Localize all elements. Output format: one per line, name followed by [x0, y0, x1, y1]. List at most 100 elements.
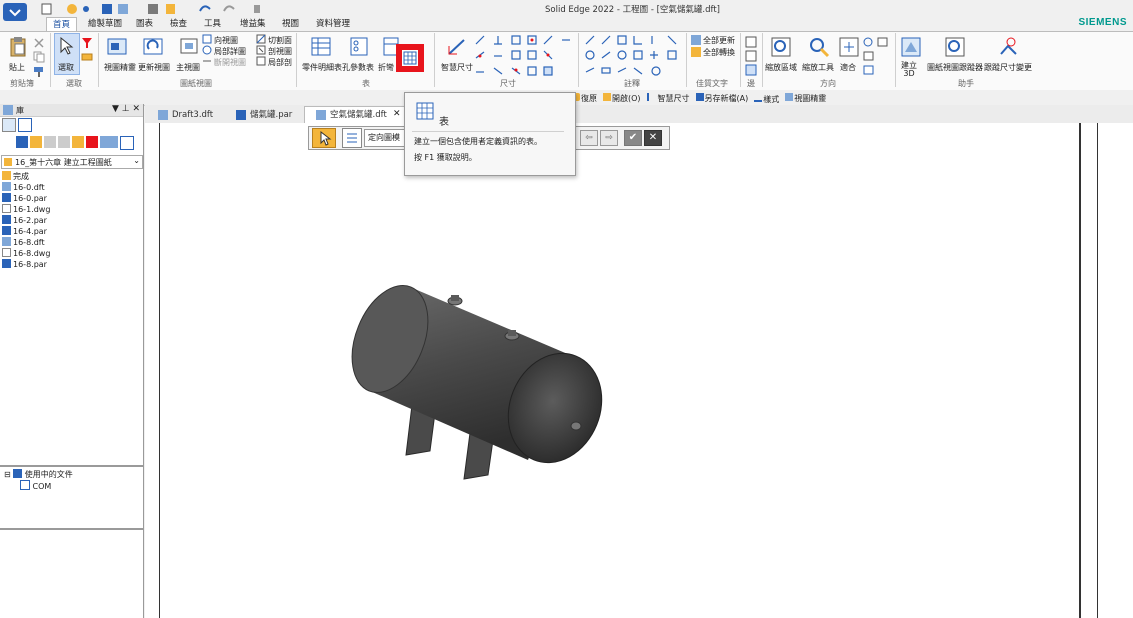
select-button[interactable]: 選取 [58, 62, 74, 73]
dimension-tools-grid[interactable] [474, 34, 574, 80]
broken-view-button[interactable]: 斷開視圖 [214, 57, 246, 68]
doc-tab-air-tank[interactable]: 空氣儲氣罐.dft [314, 107, 387, 123]
zoom-area-icon[interactable] [770, 36, 792, 58]
doc-tab-draft3[interactable]: Draft3.dft [156, 107, 213, 123]
tab-addins[interactable]: 增益集 [234, 17, 272, 31]
broken-out-button[interactable]: 局部剖 [268, 57, 292, 68]
list-item[interactable]: 16-2.par [2, 215, 47, 226]
close-tab-icon[interactable]: ✕ [393, 109, 401, 119]
sheet-tracker-button[interactable]: 圖紙視圖跟蹤器 [927, 62, 983, 73]
panel-tool-3-icon[interactable] [44, 136, 56, 148]
paste-icon[interactable] [8, 36, 28, 58]
forward-arrow-icon[interactable]: ⇨ [600, 130, 618, 146]
panel-tool-1-icon[interactable] [16, 136, 28, 148]
tab-home[interactable]: 首頁 [46, 17, 78, 32]
panel-tab-icon[interactable] [2, 118, 16, 132]
orient-small-tools[interactable] [862, 36, 892, 76]
fit-icon[interactable] [838, 36, 860, 58]
panel-divider[interactable] [0, 465, 143, 467]
section-view-icon[interactable] [256, 45, 266, 55]
panel-divider[interactable] [0, 528, 143, 530]
panel-tool-7-icon[interactable] [100, 136, 118, 148]
zoom-tool-icon[interactable] [808, 36, 830, 58]
select-filter-icon[interactable] [80, 36, 94, 50]
copy-icon[interactable] [32, 50, 46, 64]
list-item[interactable]: 16-8.par [2, 259, 47, 270]
search-icon[interactable] [120, 136, 134, 150]
list-item[interactable]: 16-8.dft [2, 237, 45, 248]
panel-pin-icon[interactable]: ▼ ⊥ ✕ [112, 104, 140, 114]
update-views-icon[interactable] [142, 36, 164, 58]
panel-tool-6-icon[interactable] [86, 136, 98, 148]
tab-tools[interactable]: 工具 [198, 17, 227, 31]
detail-view-button[interactable]: 局部詳圖 [214, 46, 246, 57]
panel-tab-library[interactable] [18, 118, 32, 132]
smart-dim-tool-button[interactable]: 智慧尺寸 [646, 92, 690, 104]
list-item[interactable]: 16-4.par [2, 226, 47, 237]
tab-dimension[interactable]: 圖表 [130, 17, 159, 31]
aux-view-button[interactable]: 向視圖 [214, 35, 238, 46]
paste-button[interactable]: 貼上 [9, 62, 25, 73]
list-item[interactable]: 16-0.dft [2, 182, 45, 193]
cancel-x-icon[interactable]: ✕ [644, 130, 662, 146]
list-item[interactable]: 16-1.dwg [2, 204, 50, 215]
table-button-highlight[interactable] [396, 44, 424, 72]
hole-table-button[interactable]: 孔參數表 [342, 62, 374, 73]
parts-list-button[interactable]: 零件明細表 [302, 62, 342, 73]
panel-tool-4-icon[interactable] [58, 136, 70, 148]
open-button[interactable]: 開啟(O) [603, 92, 641, 104]
aux-view-icon[interactable] [202, 34, 212, 44]
style-button[interactable]: 樣式 [754, 92, 779, 105]
cut-plane-button[interactable]: 切割面 [268, 35, 292, 46]
select-box-icon[interactable] [80, 50, 94, 64]
drawing-canvas[interactable] [145, 123, 1133, 618]
create-3d-icon[interactable] [900, 36, 922, 58]
annotation-tools-grid[interactable] [584, 34, 684, 80]
app-menu-button[interactable] [3, 3, 27, 21]
create-3d-button[interactable]: 建立 3D [901, 62, 917, 78]
list-item[interactable]: 16-0.par [2, 193, 47, 204]
view-wizard-button[interactable]: 視圖精靈 [104, 62, 136, 73]
detail-view-icon[interactable] [202, 45, 212, 55]
update-all-icon[interactable] [690, 34, 702, 46]
tab-sketch[interactable]: 繪製草圖 [82, 17, 128, 31]
dim-tracker-button[interactable]: 跟蹤尺寸變更 [984, 62, 1032, 73]
dim-tracker-icon[interactable] [998, 36, 1020, 58]
command-options-button[interactable] [342, 128, 362, 148]
folder-dropdown[interactable]: 16_第十六章 建立工程圖紙 ⌄ [1, 155, 143, 169]
format-painter-icon[interactable] [32, 64, 46, 78]
save-as-button[interactable]: 另存新檔(A) [695, 92, 748, 104]
sheet-tracker-icon[interactable] [944, 36, 966, 58]
edge-tools[interactable] [745, 36, 757, 76]
update-all-button[interactable]: 全部更新 [703, 35, 735, 46]
tab-view[interactable]: 視圖 [276, 17, 305, 31]
cut-icon[interactable] [32, 36, 46, 50]
tab-data-mgmt[interactable]: 資料管理 [310, 17, 356, 31]
view-wizard-tool-button[interactable]: 視圖精靈 [785, 92, 826, 104]
zoom-tool-button[interactable]: 縮放工具 [802, 62, 834, 73]
cut-plane-icon[interactable] [256, 34, 266, 44]
bend-table-button[interactable]: 折彎 [378, 62, 394, 73]
active-docs-root[interactable]: ⊟ 使用中的文件 [4, 469, 73, 480]
main-view-icon[interactable] [178, 36, 200, 58]
back-arrow-icon[interactable]: ⇦ [580, 130, 598, 146]
main-view-button[interactable]: 主視圖 [176, 62, 200, 73]
parts-list-icon[interactable] [310, 36, 332, 58]
update-views-button[interactable]: 更新視圖 [138, 62, 170, 73]
tab-inspect[interactable]: 檢查 [164, 17, 193, 31]
panel-tool-5-icon[interactable] [72, 136, 84, 148]
list-item[interactable]: 完成 [2, 171, 29, 182]
doc-tab-part[interactable]: 儲氣罐.par [234, 107, 292, 123]
command-select-button[interactable] [312, 128, 336, 148]
broken-out-icon[interactable] [256, 56, 266, 66]
broken-view-icon[interactable] [202, 56, 212, 66]
view-wizard-icon[interactable] [106, 36, 128, 58]
active-docs-child[interactable]: COM [20, 480, 51, 491]
list-item[interactable]: 16-8.dwg [2, 248, 50, 259]
zoom-area-button[interactable]: 縮放區域 [765, 62, 797, 73]
air-tank-model[interactable] [350, 265, 620, 485]
smart-dimension-button[interactable]: 智慧尺寸 [441, 62, 473, 73]
command-field[interactable]: 定向圖模 [364, 129, 409, 147]
smart-dimension-icon[interactable] [446, 36, 468, 58]
convert-all-button[interactable]: 全部轉換 [703, 47, 735, 58]
